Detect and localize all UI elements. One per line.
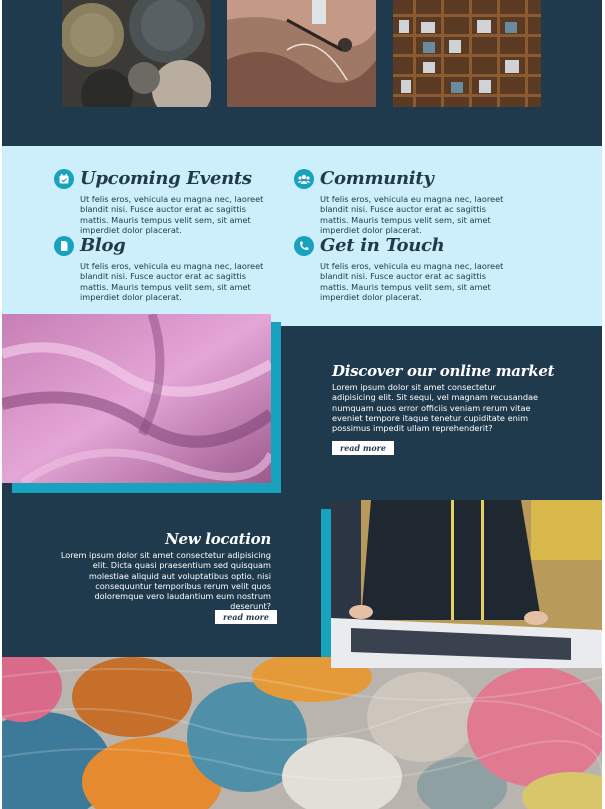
colorful-yarn-photo [2,657,602,809]
yarn-photo [62,0,211,107]
feature-community: Community Ut felis eros, vehicula eu mag… [294,168,514,235]
users-icon [294,168,314,189]
feature-description: Ut felis eros, vehicula eu magna nec, la… [320,194,504,235]
market-read-more-button[interactable]: read more [332,441,394,455]
feature-get-in-touch: Get in Touch Ut felis eros, vehicula eu … [294,235,514,302]
market-description: Lorem ipsum dolor sit amet consectetur a… [332,382,539,434]
location-read-more-button[interactable]: read more [215,610,277,624]
feature-blog: Blog Ut felis eros, vehicula eu magna ne… [54,235,274,302]
features-section: Upcoming Events Ut felis eros, vehicula … [2,146,602,326]
feature-title: Blog [80,235,126,256]
feature-description: Ut felis eros, vehicula eu magna nec, la… [80,261,264,302]
feature-title: Get in Touch [320,235,445,256]
tailor-tools-photo [227,0,376,107]
market-title: Discover our online market [332,362,555,380]
feature-description: Ut felis eros, vehicula eu magna nec, la… [320,261,504,302]
feature-title: Upcoming Events [80,168,252,189]
location-description: Lorem ipsum dolor sit amet consectetur a… [60,550,271,612]
calendar-icon [54,168,74,189]
feature-title: Community [320,168,434,189]
feature-description: Ut felis eros, vehicula eu magna nec, la… [80,194,264,235]
phone-icon [294,235,314,256]
document-icon [54,235,74,256]
tailor-measuring-photo [331,500,602,668]
thread-shelf-photo [393,0,541,107]
silk-fabric-photo [2,314,271,483]
feature-upcoming-events: Upcoming Events Ut felis eros, vehicula … [54,168,274,235]
location-title: New location [165,530,271,548]
